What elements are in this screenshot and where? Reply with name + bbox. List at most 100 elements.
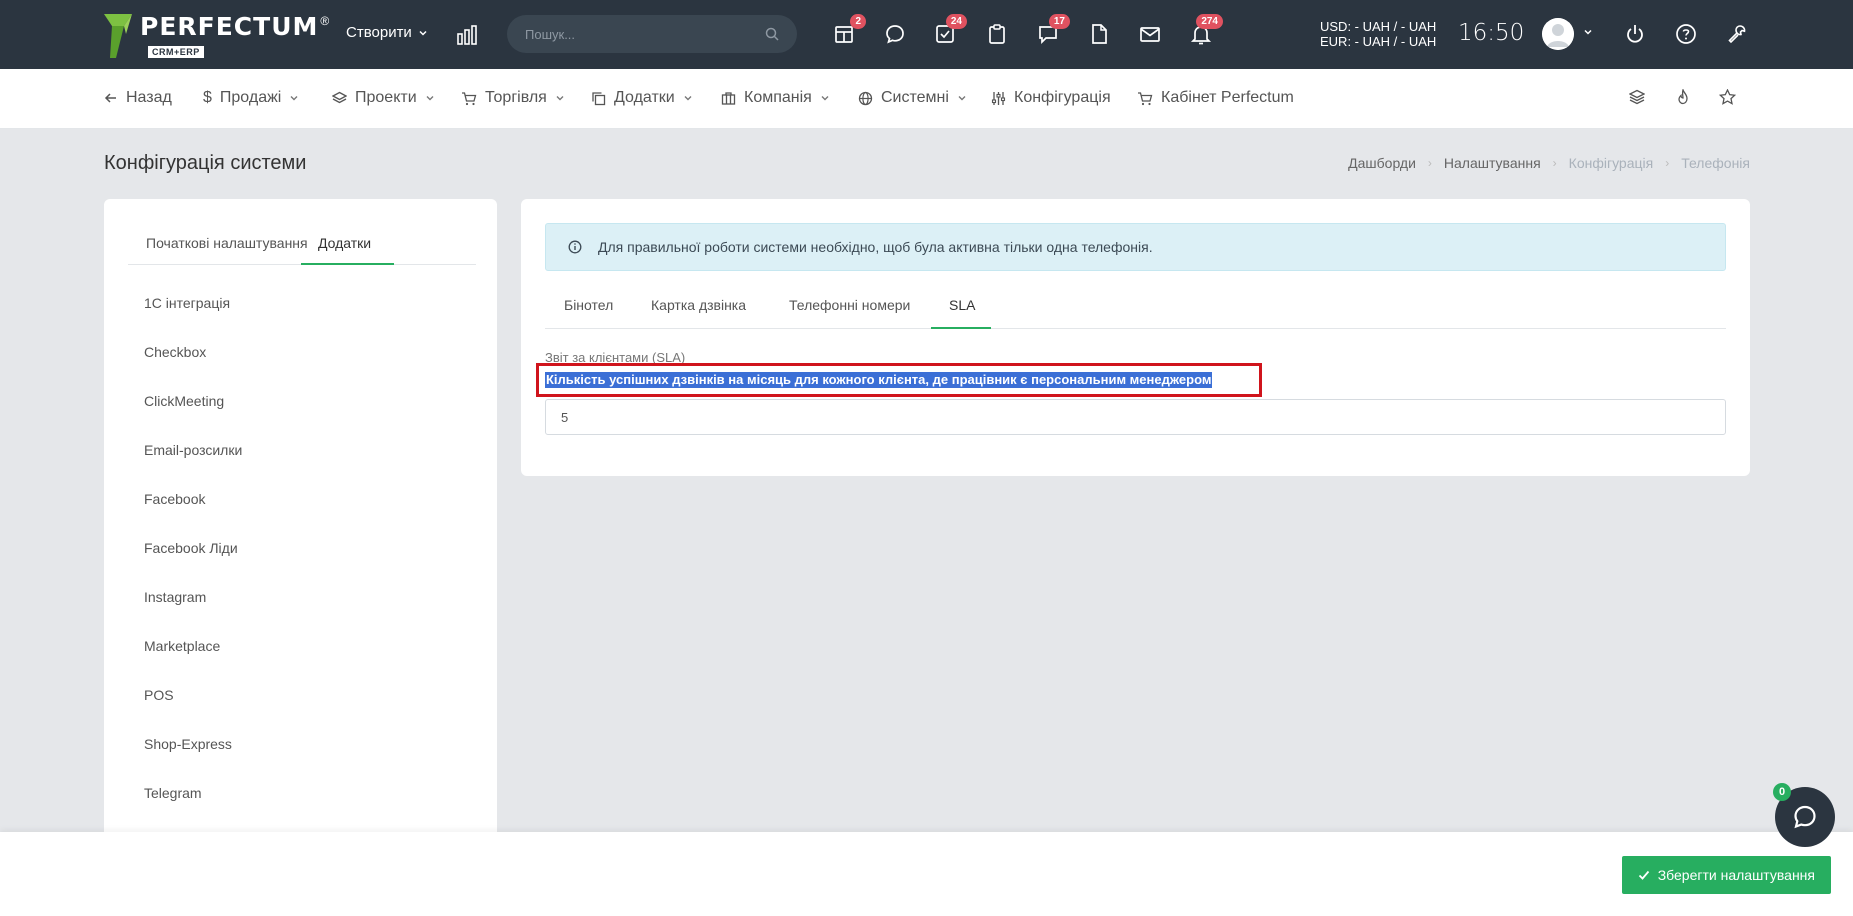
avatar[interactable] <box>1542 18 1574 50</box>
info-alert: Для правильної роботи системи необхідно,… <box>545 223 1726 271</box>
nav-bar: Назад $ Продажі Проекти Торгівля Додатки… <box>0 69 1853 129</box>
bell-icon[interactable]: 274 <box>1189 14 1223 46</box>
star-icon[interactable] <box>1718 88 1737 110</box>
fire-icon[interactable] <box>1675 87 1691 110</box>
sidebar-tabs: Початкові налаштування Додатки <box>128 221 476 265</box>
check-icon <box>1638 870 1649 880</box>
clipboard-icon[interactable] <box>985 22 1009 46</box>
chevron-down-icon <box>426 96 434 101</box>
nav-cabinet[interactable]: Кабінет Perfectum <box>1137 89 1294 107</box>
tab-sla[interactable]: SLA <box>949 297 975 313</box>
help-icon[interactable] <box>1674 22 1698 46</box>
nav-sales-label: Продажі <box>219 89 282 106</box>
search-icon[interactable] <box>765 27 779 41</box>
chat-badge: 0 <box>1773 783 1791 801</box>
nav-config-label: Конфігурація <box>1014 89 1111 106</box>
sidebar-item-shop-express[interactable]: Shop-Express <box>144 736 232 752</box>
successful-calls-input[interactable] <box>545 399 1726 435</box>
calendar-icon[interactable]: 2 <box>832 14 866 46</box>
breadcrumb: Дашборди › Налаштування › Конфігурація ›… <box>1348 155 1750 171</box>
search-input[interactable] <box>525 26 765 42</box>
logo-subtitle: CRM+ERP <box>148 46 204 58</box>
dollar-icon: $ <box>203 89 212 106</box>
breadcrumb-item-config[interactable]: Конфігурація <box>1569 155 1654 171</box>
tab-initial-settings[interactable]: Початкові налаштування <box>146 235 308 251</box>
tab-phone-numbers[interactable]: Телефонні номери <box>789 297 910 313</box>
breadcrumb-item-dashboards[interactable]: Дашборди <box>1348 155 1416 171</box>
tab-call-card[interactable]: Картка дзвінка <box>651 297 746 313</box>
clock: 16:50 <box>1458 20 1525 46</box>
chevron-down-icon <box>556 96 564 101</box>
sidebar-item-telegram[interactable]: Telegram <box>144 785 202 801</box>
cart-icon <box>1138 91 1153 105</box>
nav-trade-label: Торгівля <box>485 89 547 106</box>
nav-addons-label: Додатки <box>614 89 675 106</box>
globe-icon <box>858 91 873 105</box>
nav-addons[interactable]: Додатки <box>591 89 693 107</box>
nav-system-label: Системні <box>881 89 949 106</box>
create-label: Створити <box>346 24 412 41</box>
breadcrumb-separator-icon: › <box>1665 156 1670 170</box>
top-bar: PERFECTUM ® CRM+ERP Створити 2 24 17 274 <box>0 0 1853 69</box>
chevron-down-icon[interactable] <box>1583 27 1593 37</box>
sliders-icon <box>991 91 1006 105</box>
save-settings-label: Зберегти налаштування <box>1657 867 1815 883</box>
power-icon[interactable] <box>1623 22 1647 46</box>
stats-icon[interactable] <box>456 24 478 51</box>
chevron-down-icon <box>419 30 427 36</box>
active-tab-indicator <box>301 263 394 265</box>
active-tab-indicator <box>931 327 991 329</box>
mail-icon[interactable] <box>1138 22 1162 46</box>
sidebar-item-1c[interactable]: 1С інтеграція <box>144 295 230 311</box>
create-button[interactable]: Створити <box>346 24 428 41</box>
nav-cabinet-label: Кабінет Perfectum <box>1161 89 1294 106</box>
copy-icon <box>592 91 606 105</box>
chat-widget-button[interactable]: 0 <box>1773 783 1835 847</box>
logo[interactable]: PERFECTUM ® CRM+ERP <box>104 14 329 58</box>
eur-rate: EUR: - UAH / - UAH <box>1320 34 1437 49</box>
search-box <box>507 15 797 53</box>
comments-badge: 17 <box>1048 14 1070 29</box>
tasks-badge: 24 <box>945 14 967 29</box>
document-icon[interactable] <box>1087 22 1111 46</box>
nav-projects[interactable]: Проекти <box>332 89 435 107</box>
chevron-down-icon <box>290 96 298 101</box>
sidebar-item-facebook[interactable]: Facebook <box>144 491 205 507</box>
alert-text: Для правильної роботи системи необхідно,… <box>598 239 1153 255</box>
tab-addons[interactable]: Додатки <box>318 235 371 251</box>
notifications-badge: 274 <box>1196 14 1223 29</box>
logo-text: PERFECTUM <box>140 12 319 41</box>
nav-system[interactable]: Системні <box>858 89 967 107</box>
sidebar-item-checkbox[interactable]: Checkbox <box>144 344 206 360</box>
sidebar-item-instagram[interactable]: Instagram <box>144 589 206 605</box>
footer-bar: Зберегти налаштування <box>0 832 1853 916</box>
nav-back[interactable]: Назад <box>104 89 172 107</box>
save-settings-button[interactable]: Зберегти налаштування <box>1621 856 1831 894</box>
nav-company[interactable]: Компанія <box>721 89 830 107</box>
nav-company-label: Компанія <box>744 89 812 106</box>
nav-sales[interactable]: $ Продажі <box>203 89 299 107</box>
breadcrumb-separator-icon: › <box>1552 156 1557 170</box>
settings-sidebar: Початкові налаштування Додатки 1С інтегр… <box>104 199 497 839</box>
comments-icon[interactable]: 17 <box>1036 14 1070 46</box>
chevron-down-icon <box>684 96 692 101</box>
calendar-badge: 2 <box>850 14 866 29</box>
highlight-box <box>536 363 1262 397</box>
sidebar-item-marketplace[interactable]: Marketplace <box>144 638 220 654</box>
tab-binotel[interactable]: Бінотел <box>564 297 613 313</box>
chat-icon[interactable] <box>883 22 907 46</box>
chat-bubble-icon <box>1794 805 1816 829</box>
nav-config[interactable]: Конфігурація <box>991 89 1111 107</box>
layers-icon <box>332 91 347 103</box>
sidebar-item-pos[interactable]: POS <box>144 687 174 703</box>
nav-trade[interactable]: Торгівля <box>461 89 565 107</box>
tasks-icon[interactable]: 24 <box>933 14 967 46</box>
sidebar-item-facebook-leads[interactable]: Facebook Ліди <box>144 540 238 556</box>
breadcrumb-item-settings[interactable]: Налаштування <box>1444 155 1541 171</box>
wrench-icon[interactable] <box>1725 22 1749 46</box>
sidebar-item-email[interactable]: Email-розсилки <box>144 442 242 458</box>
breadcrumb-separator-icon: › <box>1427 156 1432 170</box>
sidebar-item-clickmeeting[interactable]: ClickMeeting <box>144 393 224 409</box>
telephony-tabs: Бінотел Картка дзвінка Телефонні номери … <box>545 293 1726 329</box>
layers-icon[interactable] <box>1628 89 1646 110</box>
